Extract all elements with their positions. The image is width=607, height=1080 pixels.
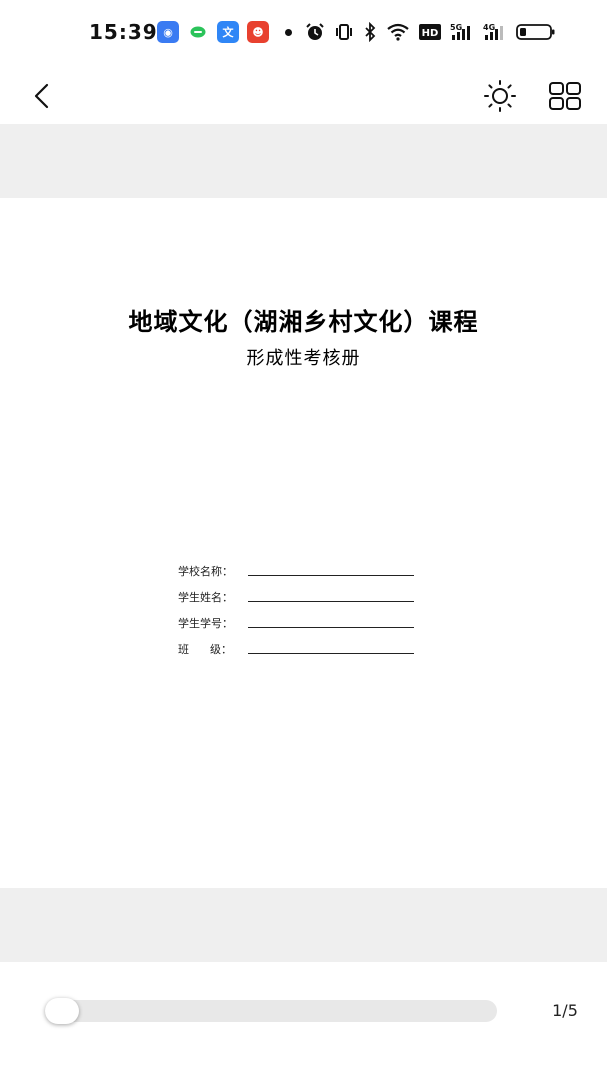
svg-text:HD: HD: [422, 28, 439, 39]
app-notification-icon-1: ◉: [157, 21, 179, 43]
form-label: 学生学号：: [178, 617, 233, 630]
form-label: 学校名称：: [178, 565, 233, 578]
blank-line: [248, 627, 414, 628]
form-row-student-name: 学生姓名：: [178, 579, 418, 605]
grid-icon: [549, 82, 581, 110]
page-slider[interactable]: [45, 998, 497, 1024]
bluetooth-icon: [365, 22, 376, 42]
notification-dot: [285, 29, 292, 36]
alarm-icon: [306, 23, 324, 40]
brightness-button[interactable]: [480, 76, 520, 116]
form-label: 学生姓名：: [178, 591, 233, 604]
document-viewer[interactable]: 地域文化（湖湘乡村文化）课程 形成性考核册 学校名称： 学生姓名： 学生学号： …: [0, 124, 607, 962]
wifi-icon: [387, 23, 409, 41]
form-label: 班 级：: [178, 643, 232, 656]
vibrate-icon: [336, 24, 352, 40]
translate-app-icon: 文: [217, 21, 239, 43]
page-slider-thumb[interactable]: [45, 998, 79, 1024]
student-info-form: 学校名称： 学生姓名： 学生学号： 班 级：: [178, 553, 418, 657]
signal-5g-icon: 5G: [450, 23, 470, 40]
app-notification-icon-4: ☻: [247, 21, 269, 43]
document-subtitle: 形成性考核册: [246, 348, 361, 369]
svg-text:5G: 5G: [450, 23, 462, 32]
back-button[interactable]: [24, 78, 60, 114]
form-row-school: 学校名称：: [178, 553, 418, 579]
notification-app-icons: ◉ 文 ☻: [157, 21, 269, 43]
reader-toolbar: [0, 64, 607, 124]
hd-icon: HD: [419, 24, 441, 40]
system-status-icons: HD 5G 4G: [305, 20, 556, 44]
page-indicator: 1/5: [552, 1001, 578, 1020]
chevron-left-icon: [34, 83, 49, 109]
status-time: 15:39: [89, 20, 158, 44]
blank-line: [248, 575, 414, 576]
page-navigation-bar: 1/5: [0, 962, 607, 1080]
sun-icon: [484, 80, 516, 112]
signal-4g-icon: 4G: [483, 23, 503, 40]
blank-line: [248, 601, 414, 602]
page-grid-button[interactable]: [545, 76, 585, 116]
svg-text:4G: 4G: [483, 23, 495, 32]
document-title: 地域文化（湖湘乡村文化）课程: [128, 308, 479, 336]
status-bar: 15:39 ◉ 文 ☻ HD 5G 4G: [0, 0, 607, 64]
battery-icon: [516, 24, 555, 40]
form-row-class: 班 级：: [178, 631, 418, 657]
document-page[interactable]: 地域文化（湖湘乡村文化）课程 形成性考核册 学校名称： 学生姓名： 学生学号： …: [0, 198, 607, 888]
chat-app-icon: [187, 21, 209, 43]
blank-line: [248, 653, 414, 654]
form-row-student-id: 学生学号：: [178, 605, 418, 631]
